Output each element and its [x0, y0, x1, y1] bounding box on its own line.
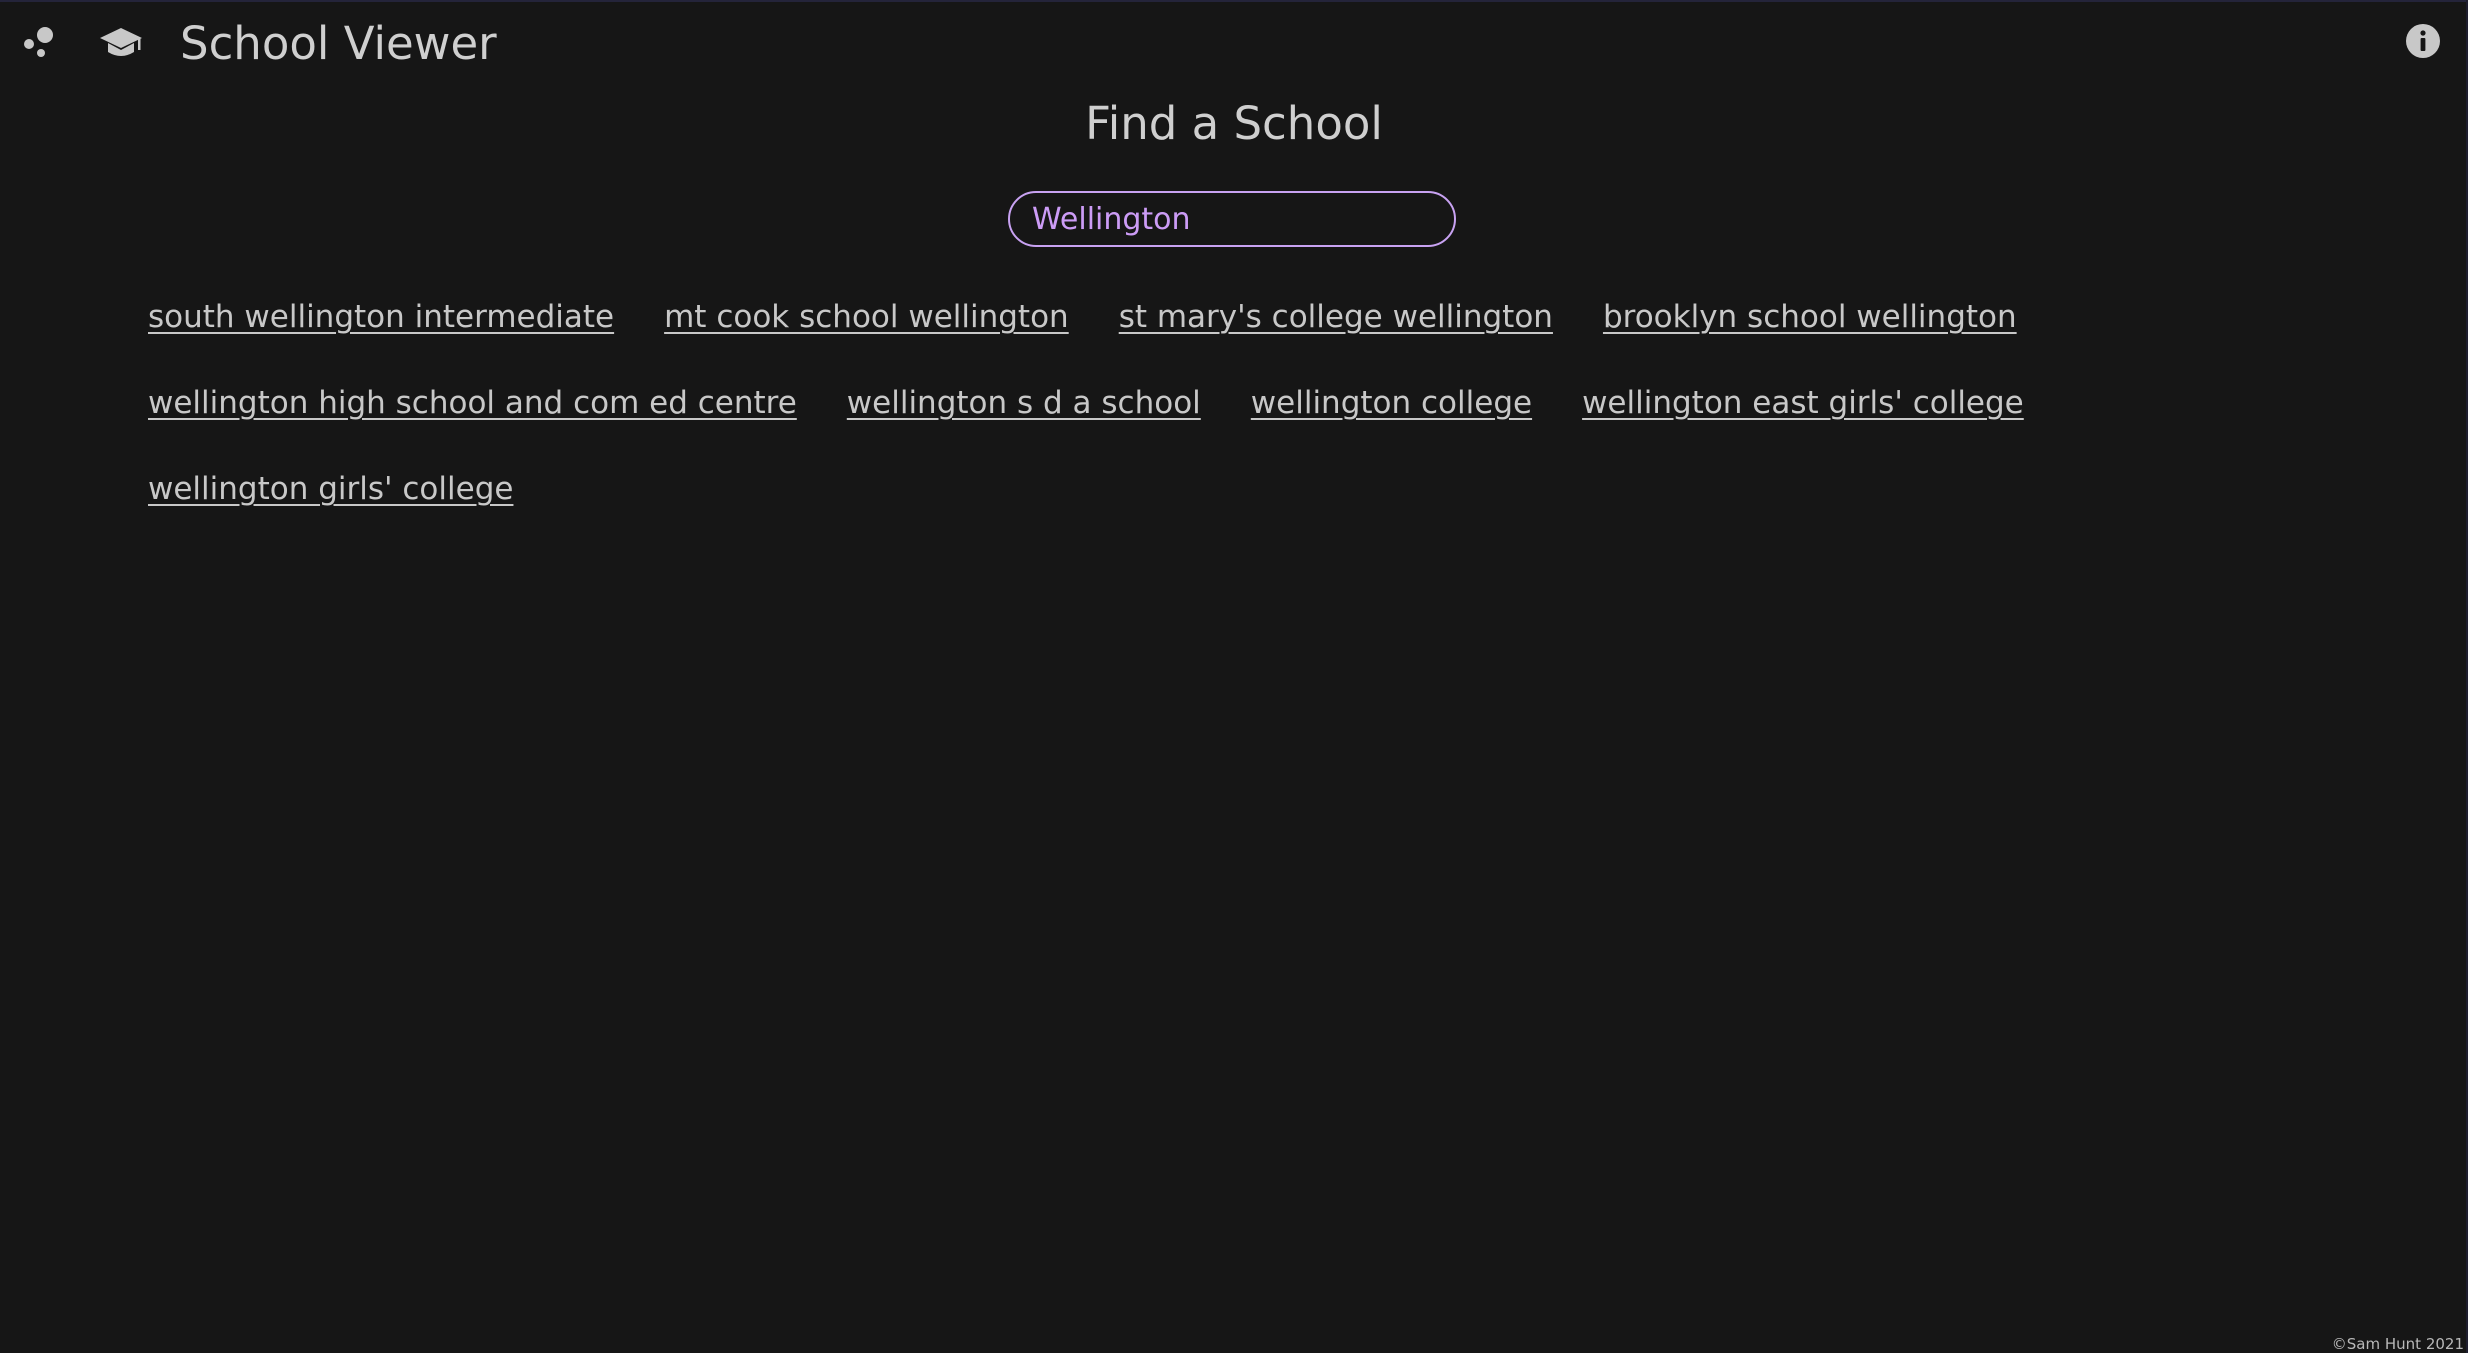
school-result-link[interactable]: st mary's college wellington: [1119, 296, 1553, 338]
search-results: south wellington intermediate mt cook sc…: [148, 296, 2348, 510]
school-result-link[interactable]: wellington high school and com ed centre: [148, 382, 797, 424]
app-logo-icon[interactable]: [22, 24, 58, 60]
school-result-link[interactable]: wellington east girls' college: [1582, 382, 2024, 424]
school-result-link[interactable]: south wellington intermediate: [148, 296, 614, 338]
app-bar: School Viewer: [0, 0, 2468, 86]
school-result-link[interactable]: brooklyn school wellington: [1603, 296, 2017, 338]
copyright-footer: ©Sam Hunt 2021: [2331, 1335, 2464, 1353]
school-result-link[interactable]: wellington college: [1251, 382, 1532, 424]
page-title: Find a School: [1085, 97, 1383, 150]
search-input[interactable]: [1008, 191, 1456, 247]
school-result-link[interactable]: wellington girls' college: [148, 468, 513, 510]
app-title: School Viewer: [180, 17, 497, 70]
info-icon[interactable]: [2404, 22, 2442, 60]
graduation-cap-icon: [100, 28, 142, 56]
school-result-link[interactable]: wellington s d a school: [847, 382, 1201, 424]
school-result-link[interactable]: mt cook school wellington: [664, 296, 1069, 338]
